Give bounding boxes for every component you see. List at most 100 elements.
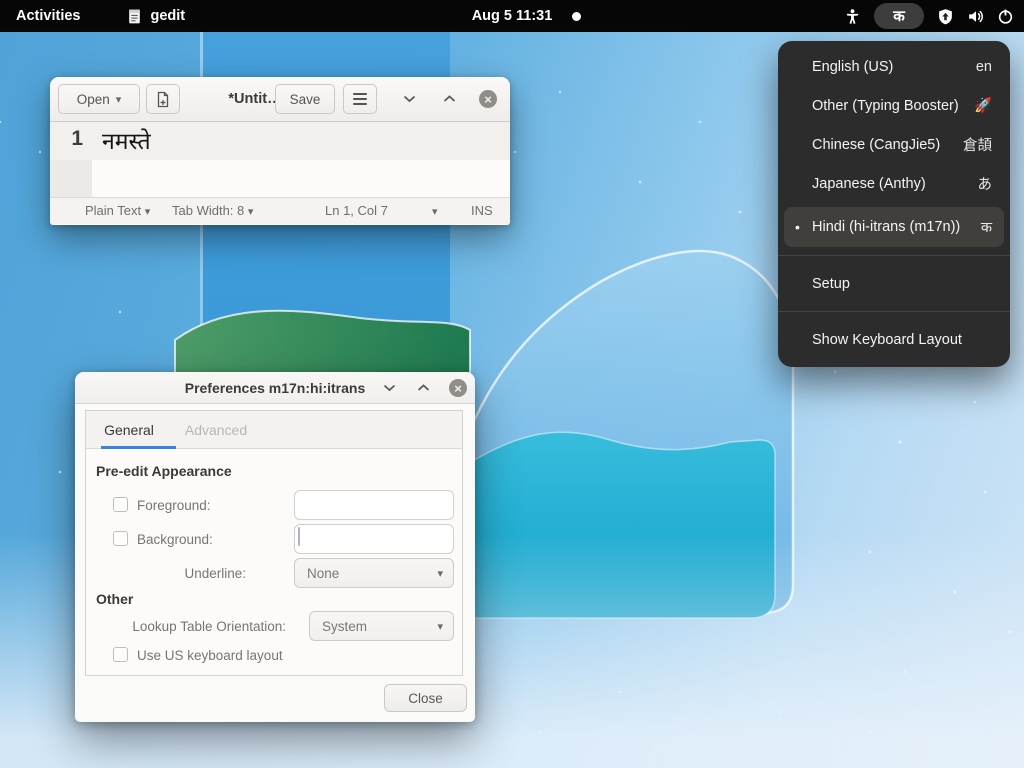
- chevron-up-icon: [417, 384, 430, 392]
- gedit-window: Open ▾ *Untit… Save ×: [50, 77, 510, 225]
- gedit-headerbar: Open ▾ *Untit… Save ×: [50, 77, 510, 122]
- underline-dropdown[interactable]: None ▾: [294, 558, 454, 588]
- background-color-swatch: [298, 527, 300, 546]
- accessibility-icon[interactable]: [844, 8, 861, 25]
- chevron-down-icon: [403, 95, 416, 103]
- language-selector[interactable]: Plain Text ▾: [85, 203, 150, 218]
- gedit-text-area[interactable]: 1 नमस्ते: [50, 122, 510, 197]
- tab-width-label: Tab Width: 8: [172, 203, 244, 218]
- chevron-down-icon: ▾: [248, 206, 254, 218]
- ime-item-label: Other (Typing Booster): [812, 98, 959, 114]
- input-method-menu: English (US) en Other (Typing Booster) 🚀…: [778, 41, 1010, 367]
- tab-width-selector[interactable]: Tab Width: 8 ▾: [172, 203, 253, 218]
- close-dialog-button[interactable]: Close: [384, 684, 467, 712]
- ime-item-label: Chinese (CangJie5): [812, 137, 940, 153]
- chevron-down-icon[interactable]: ▾: [432, 205, 438, 218]
- background-label: Background:: [137, 532, 213, 547]
- maximize-button[interactable]: [414, 379, 432, 397]
- menu-separator: [778, 311, 1010, 312]
- underline-label: Underline:: [86, 566, 246, 581]
- line-number-gutter: [50, 160, 92, 197]
- lookup-table-orientation-dropdown[interactable]: System ▾: [309, 611, 454, 641]
- hamburger-icon: [353, 93, 367, 105]
- active-tab-underline: [101, 446, 176, 449]
- document-text: नमस्ते: [102, 124, 151, 156]
- insert-mode-indicator[interactable]: INS: [471, 203, 493, 218]
- rocket-icon: 🚀: [974, 97, 992, 114]
- close-icon: ×: [454, 382, 462, 395]
- minimize-button[interactable]: [380, 379, 398, 397]
- power-icon[interactable]: [997, 8, 1014, 25]
- chevron-down-icon: ▾: [437, 620, 443, 633]
- language-label: Plain Text: [85, 203, 141, 218]
- record-indicator-icon: [572, 12, 581, 21]
- chevron-up-icon: [443, 95, 456, 103]
- preferences-notebook: General Advanced Pre-edit Appearance For…: [85, 410, 463, 676]
- section-other: Other: [96, 591, 133, 607]
- close-button[interactable]: ×: [479, 90, 497, 108]
- close-button-label: Close: [408, 691, 443, 706]
- new-document-button[interactable]: [146, 84, 180, 114]
- tab-advanced[interactable]: Advanced: [178, 411, 254, 449]
- ime-item-label: Japanese (Anthy): [812, 176, 926, 192]
- setup-label: Setup: [812, 276, 850, 292]
- volume-icon[interactable]: [967, 8, 984, 25]
- us-keyboard-label: Use US keyboard layout: [137, 648, 283, 663]
- app-menu[interactable]: gedit: [126, 8, 185, 25]
- maximize-button[interactable]: [440, 90, 458, 108]
- ime-item-indicator: あ: [978, 173, 993, 194]
- open-button-label: Open: [77, 92, 110, 107]
- ime-item-indicator: en: [976, 59, 992, 75]
- underline-value: None: [307, 566, 339, 581]
- preferences-dialog: Preferences m17n:hi:itrans × General Adv…: [75, 372, 475, 722]
- ime-item-label: English (US): [812, 59, 893, 75]
- tab-label: Advanced: [185, 422, 247, 438]
- close-button[interactable]: ×: [449, 379, 467, 397]
- activities-button[interactable]: Activities: [16, 8, 80, 24]
- lookup-value: System: [322, 619, 367, 634]
- us-keyboard-checkbox[interactable]: [113, 647, 128, 662]
- chevron-down-icon: [383, 384, 396, 392]
- input-method-indicator[interactable]: क: [874, 3, 924, 29]
- lookup-table-orientation-label: Lookup Table Orientation:: [86, 619, 286, 634]
- shield-icon[interactable]: [937, 8, 954, 25]
- background-checkbox[interactable]: [113, 531, 128, 546]
- ime-item-english[interactable]: English (US) en: [778, 47, 1010, 86]
- ime-item-label: Hindi (hi-itrans (m17n)): [812, 219, 960, 235]
- background-color-button[interactable]: [294, 524, 454, 554]
- app-menu-label: gedit: [150, 8, 185, 24]
- tab-label: General: [104, 422, 154, 438]
- save-button[interactable]: Save: [275, 84, 335, 114]
- cursor-position[interactable]: Ln 1, Col 7: [325, 203, 388, 218]
- menu-button[interactable]: [343, 84, 377, 114]
- foreground-label: Foreground:: [137, 498, 211, 513]
- ime-item-indicator: क: [981, 217, 992, 237]
- tab-bar: General Advanced: [86, 411, 462, 449]
- chevron-down-icon: ▾: [145, 206, 151, 218]
- save-button-label: Save: [290, 92, 321, 107]
- gedit-statusbar: Plain Text ▾ Tab Width: 8 ▾ Ln 1, Col 7 …: [50, 197, 510, 224]
- chevron-down-icon: ▾: [437, 567, 443, 580]
- ime-item-hindi-selected[interactable]: • Hindi (hi-itrans (m17n)) क: [784, 207, 1004, 247]
- system-tray: क: [844, 0, 1014, 32]
- close-icon: ×: [484, 93, 492, 106]
- foreground-color-button[interactable]: [294, 490, 454, 520]
- top-bar: Activities gedit Aug 5 11:31 क: [0, 0, 1024, 32]
- preferences-titlebar: Preferences m17n:hi:itrans ×: [75, 372, 475, 404]
- new-document-icon: [155, 91, 171, 108]
- ime-item-indicator: 倉頡: [963, 134, 992, 155]
- foreground-checkbox[interactable]: [113, 497, 128, 512]
- section-pre-edit-appearance: Pre-edit Appearance: [96, 463, 232, 479]
- ime-item-japanese[interactable]: Japanese (Anthy) あ: [778, 164, 1010, 203]
- show-keyboard-layout-item[interactable]: Show Keyboard Layout: [778, 320, 1010, 359]
- ime-item-chinese[interactable]: Chinese (CangJie5) 倉頡: [778, 125, 1010, 164]
- chevron-down-icon: ▾: [116, 93, 122, 106]
- tab-general[interactable]: General: [96, 411, 162, 449]
- ime-item-typing-booster[interactable]: Other (Typing Booster) 🚀: [778, 86, 1010, 125]
- open-button[interactable]: Open ▾: [58, 84, 140, 114]
- minimize-button[interactable]: [400, 90, 418, 108]
- ime-setup-item[interactable]: Setup: [778, 264, 1010, 303]
- clock[interactable]: Aug 5 11:31: [472, 0, 553, 32]
- gedit-app-icon: [126, 8, 143, 25]
- show-keyboard-layout-label: Show Keyboard Layout: [812, 332, 962, 348]
